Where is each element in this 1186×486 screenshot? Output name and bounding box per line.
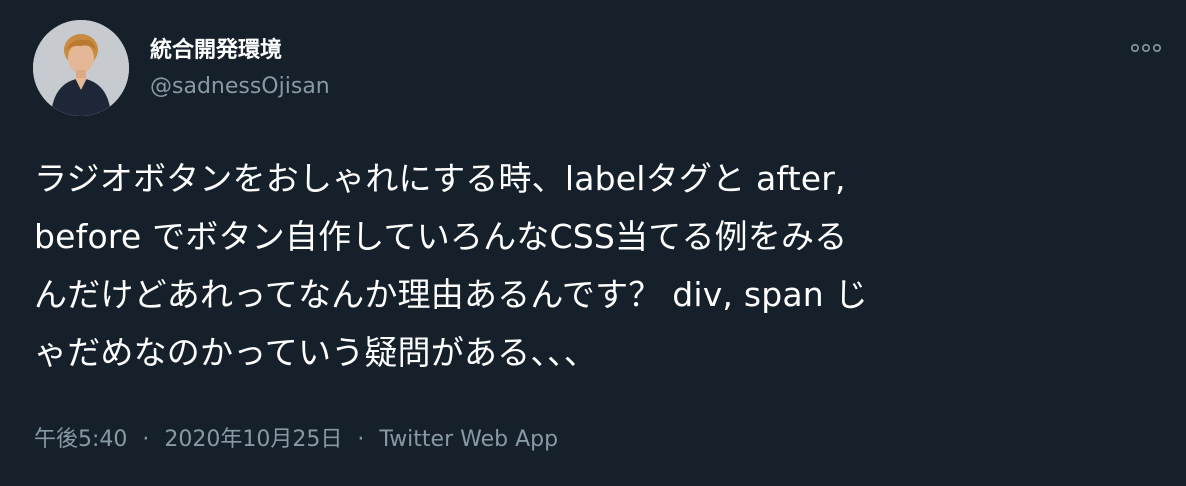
tweet-text-line: ゃだめなのかっていう疑問がある、、、 (34, 333, 597, 372)
tweet-date[interactable]: 2020年10月25日 (164, 427, 342, 452)
tweet-card: 統合開発環境 @sadnessOjisan ラジオボタンをおしゃれにする時、la… (0, 0, 1186, 486)
meta-separator: · (357, 427, 365, 452)
tweet-metadata: 午後5:40 · 2020年10月25日 · Twitter Web App (34, 421, 558, 453)
tweet-text-line: ラジオボタンをおしゃれにする時、labelタグと after, (34, 159, 846, 198)
tweet-text: ラジオボタンをおしゃれにする時、labelタグと after, before で… (34, 150, 1144, 382)
tweet-time[interactable]: 午後5:40 (34, 427, 127, 452)
display-name[interactable]: 統合開発環境 (150, 32, 282, 64)
user-handle[interactable]: @sadnessOjisan (150, 74, 330, 99)
profile-photo-icon (33, 20, 129, 116)
tweet-source[interactable]: Twitter Web App (379, 427, 558, 452)
avatar[interactable] (33, 20, 129, 116)
more-horizontal-icon[interactable] (1128, 36, 1164, 60)
tweet-text-line: before でボタン自作していろんなCSS当てる例をみる (34, 217, 848, 256)
meta-separator: · (142, 427, 150, 452)
tweet-text-line: んだけどあれってなんか理由あるんです？ div, span じ (34, 275, 868, 314)
